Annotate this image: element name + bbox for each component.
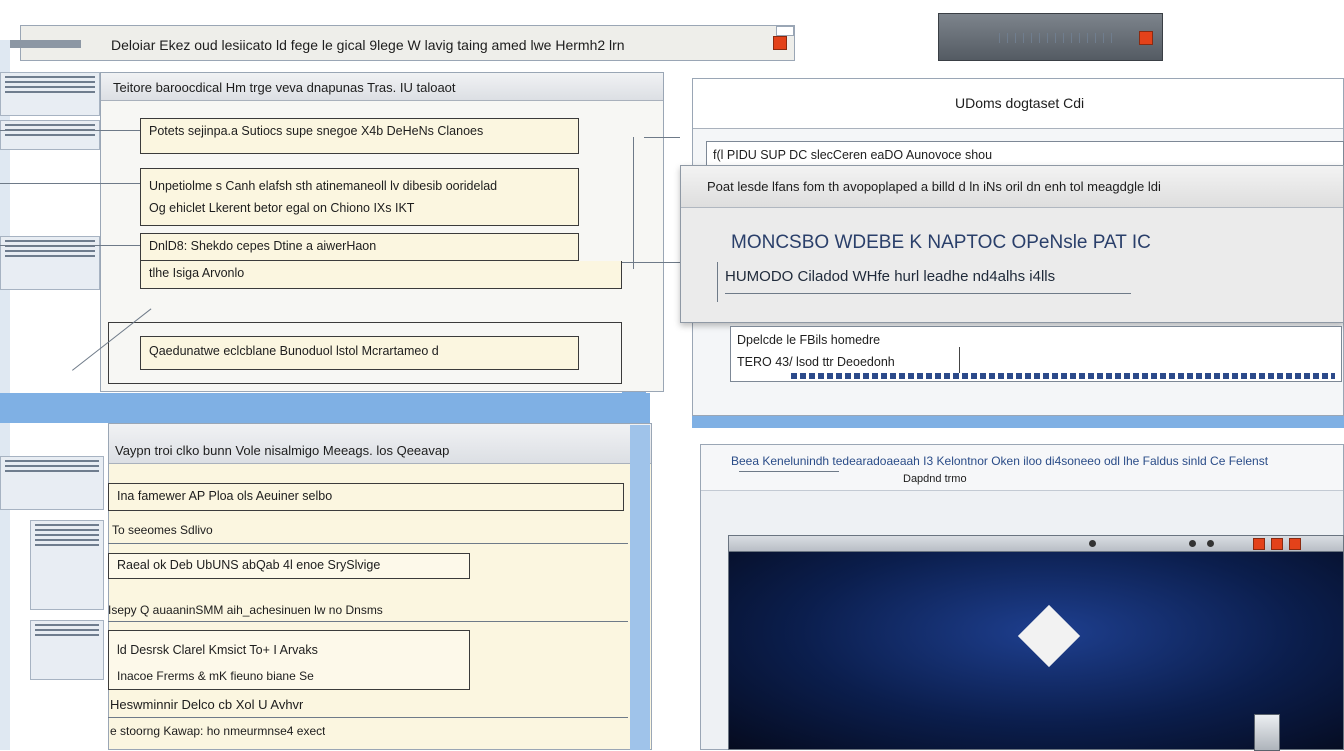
viewport-toolbar-dot-3[interactable] (1207, 540, 1214, 547)
thumbnail-5[interactable] (30, 520, 104, 610)
viewport-toolbar (729, 536, 1343, 552)
viewport-max-icon[interactable] (1271, 538, 1283, 550)
left-bottom-line-1: To seeomes Sdlivo (112, 523, 213, 537)
left-field-4-text: Qaedunatwe eclcblane Bunoduol lstol Mcra… (149, 344, 439, 358)
overlay-dialog-sub-text: HUMODO Ciladod WHfe hurl leadhe nd4alhs … (725, 268, 1056, 285)
left-field-3-text: DnlD8: Shekdo cepes Dtine a aiwerHaon (149, 239, 377, 253)
top-control-widget[interactable] (938, 13, 1163, 61)
left-window-header-text: Teitore baroocdical Hm trge veva dnapuna… (113, 80, 456, 95)
overlay-dialog: Poat lesde lfans fom th avopoplaped a bi… (680, 165, 1344, 323)
overlay-dialog-underline (725, 293, 1131, 294)
right-row-2a-text: Dpelcde le FBils homedre (737, 333, 881, 347)
viewport-window[interactable] (728, 535, 1344, 751)
right-row-2[interactable]: Dpelcde le FBils homedre TERO 43/ lsod t… (730, 326, 1342, 382)
top-title-bar: Deloiar Ekez oud lesiicato ld fege le gi… (1, 25, 795, 61)
right-window-header: UDoms dogtaset Cdi (693, 79, 1343, 129)
left-bottom-field-3-text: ld Desrsk Clarel Kmsict To+ I Arvaks (117, 643, 318, 657)
left-window-header: Teitore baroocdical Hm trge veva dnapuna… (101, 73, 663, 101)
left-bottom-window-header-text: Vaypn troi clko bunn Vole nisalmigo Meea… (115, 443, 450, 458)
connector-3 (0, 245, 140, 246)
right-bottom-subheader-text: Dapdnd trmo (903, 473, 967, 485)
viewport-side-control[interactable] (1254, 714, 1280, 751)
left-field-3-line2: tlhe Isiga Arvonlo (149, 266, 245, 280)
overlay-dialog-header-text: Poat lesde lfans fom th avopoplaped a bi… (707, 179, 1161, 194)
left-bottom-line-4: Heswminnir Delco cb Xol U Avhvr (110, 697, 304, 712)
left-blue-bar (0, 393, 650, 423)
top-title-left-strip (1, 40, 81, 48)
thumbnail-2[interactable] (0, 120, 100, 150)
left-bottom-line-3: Inacoe Frerms & mK fieuno biane Se (117, 669, 314, 683)
top-widget-slider[interactable] (999, 33, 1119, 43)
viewport-toolbar-dot-2[interactable] (1189, 540, 1196, 547)
right-row-1[interactable]: f(l PIDU SUP DC slecCeren eaDO Aunovoce … (706, 141, 1344, 167)
viewport-toolbar-dot-1[interactable] (1089, 540, 1096, 547)
left-bottom-field-2-text: Raeal ok Deb UbUNS abQab 4l enoe SrySlvi… (117, 558, 381, 572)
thumbnail-1[interactable] (0, 72, 100, 116)
left-bottom-field-3[interactable]: ld Desrsk Clarel Kmsict To+ I Arvaks Ina… (108, 630, 470, 690)
left-bottom-rule-1 (108, 543, 628, 544)
left-field-4[interactable]: Qaedunatwe eclcblane Bunoduol lstol Mcra… (140, 336, 579, 370)
left-field-1-text: Potets sejinpa.a Sutiocs supe snegoe X4b… (149, 124, 484, 138)
right-bottom-header-rule (739, 471, 839, 472)
right-window-title: UDoms dogtaset Cdi (955, 95, 1085, 111)
right-bottom-header-text: Beea Kenelunindh tedearadoaeaah I3 Kelon… (731, 454, 1269, 468)
connector-2 (0, 183, 140, 184)
thumbnail-6[interactable] (30, 620, 104, 680)
left-field-1[interactable]: Potets sejinpa.a Sutiocs supe snegoe X4b… (140, 118, 579, 154)
left-bottom-line-2: Isepy Q auaaninSMM aih_achesinuen lw no … (108, 603, 383, 617)
left-field-2[interactable]: Unpetiolme s Canh elafsh sth atinemaneol… (140, 168, 579, 226)
right-row-2-progress (791, 373, 1335, 379)
left-bottom-scrollbar[interactable] (630, 425, 650, 750)
connector-6 (633, 137, 634, 269)
left-bottom-line-5: e stoorng Kawap: ho nmeurmnse4 exect (110, 724, 326, 738)
top-close-icon[interactable] (773, 36, 787, 50)
right-row-2-divider (959, 347, 960, 373)
viewport-min-icon[interactable] (1253, 538, 1265, 550)
top-corner-icon (776, 26, 794, 36)
overlay-dialog-header: Poat lesde lfans fom th avopoplaped a bi… (681, 166, 1343, 208)
diamond-icon (1017, 604, 1081, 668)
viewport-close-icon[interactable] (1289, 538, 1301, 550)
right-row-2b-text: TERO 43/ lsod ttr Deoedonh (737, 355, 895, 369)
connector-5 (644, 137, 680, 138)
overlay-dialog-big-text: MONCSBO WDEBE K NAPTOC OPeNsle PAT IC (731, 232, 1151, 253)
right-row-1-text: f(l PIDU SUP DC slecCeren eaDO Aunovoce … (713, 148, 993, 162)
left-field-3b[interactable]: tlhe Isiga Arvonlo (140, 261, 622, 289)
left-bottom-rule-2 (108, 621, 628, 622)
right-bottom-header: Beea Kenelunindh tedearadoaeaah I3 Kelon… (701, 445, 1343, 491)
thumbnail-4[interactable] (0, 456, 104, 510)
left-field-3[interactable]: DnlD8: Shekdo cepes Dtine a aiwerHaon (140, 233, 579, 261)
connector-1 (0, 130, 140, 131)
top-title-text: Deloiar Ekez oud lesiicato ld fege le gi… (111, 37, 625, 53)
left-bottom-rule-3 (108, 717, 628, 718)
left-bottom-window-header: Vaypn troi clko bunn Vole nisalmigo Meea… (109, 424, 651, 464)
top-widget-close-icon[interactable] (1139, 31, 1153, 45)
left-field-2-text: Unpetiolme s Canh elafsh sth atinemaneol… (149, 179, 498, 193)
left-bottom-field-1-text: Ina famewer AP Ploa ols Aeuiner selbo (117, 489, 333, 503)
left-bottom-field-2[interactable]: Raeal ok Deb UbUNS abQab 4l enoe SrySlvi… (108, 553, 470, 579)
left-field-2-line2: Og ehiclet Lkerent betor egal on Chiono … (149, 201, 415, 215)
overlay-dialog-bracket (717, 262, 718, 302)
left-bottom-field-1[interactable]: Ina famewer AP Ploa ols Aeuiner selbo (108, 483, 624, 511)
